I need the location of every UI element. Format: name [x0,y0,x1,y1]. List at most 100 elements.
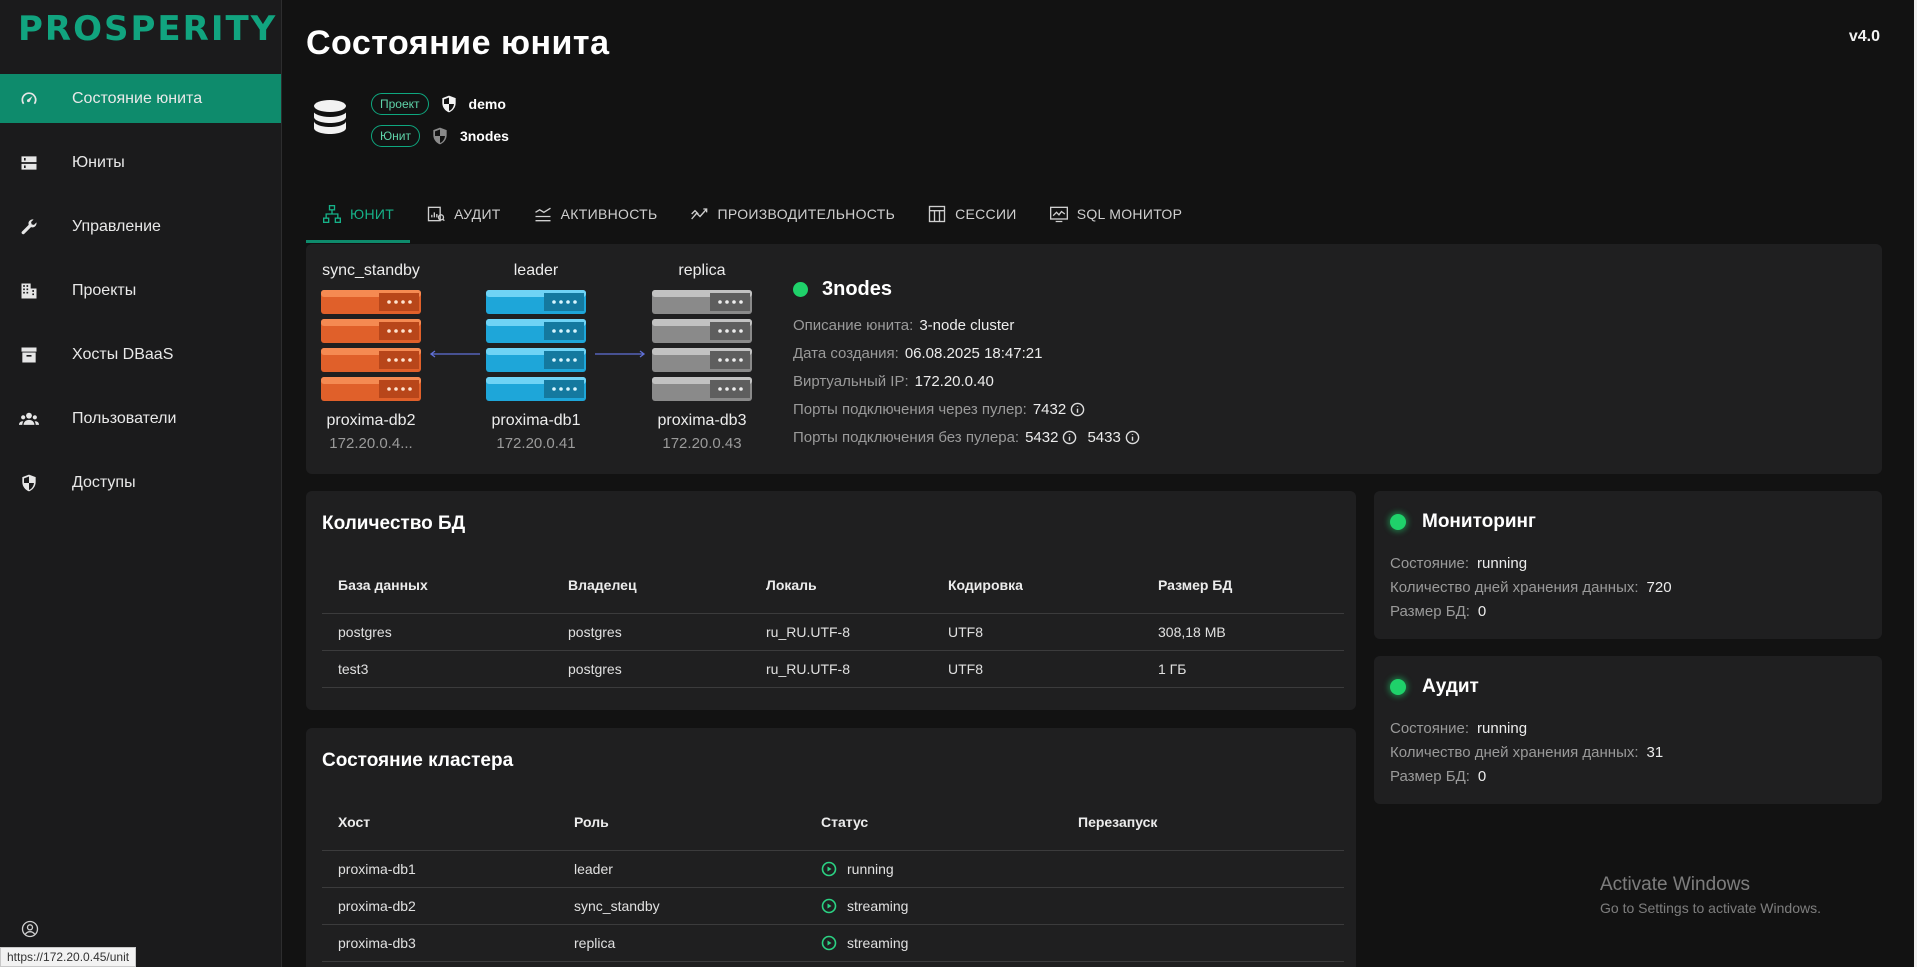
table-row[interactable]: postgres postgres ru_RU.UTF-8 UTF8 308,1… [322,613,1344,651]
tab-sessions[interactable]: СЕССИИ [911,185,1033,243]
state-value: running [1477,719,1528,737]
role-cell: replica [558,924,805,962]
play-circle-icon [821,898,837,914]
column-header[interactable]: Локаль [750,557,932,614]
tab-audit[interactable]: АУДИТ [410,185,517,243]
sidebar-item-units[interactable]: Юниты [0,138,281,187]
tab-sql-monitor[interactable]: SQL МОНИТОР [1033,185,1199,243]
monitor-chart-icon [1049,206,1068,223]
node-name: proxima-db2 [326,412,416,429]
node-leader[interactable]: leader proxima-db1 172.20.0.41 [481,262,591,452]
created-row: Дата создания: 06.08.2025 18:47:21 [793,339,1150,367]
monitoring-details: Состояние: running Количество дней хранен… [1390,551,1672,623]
watermark-title: Activate Windows [1600,874,1750,895]
state-label: Состояние: [1390,719,1470,737]
sidebar-item-label: Пользователи [72,409,177,427]
table-icon [928,205,946,223]
info-icon[interactable] [1125,430,1140,445]
shield-icon [430,126,450,146]
column-header[interactable]: Перезапуск [1062,794,1344,851]
created-label: Дата создания: [793,344,899,362]
table-cell: 308,18 МВ [1142,613,1344,651]
unit-badge: Юнит [371,125,420,147]
column-header[interactable]: Размер БД [1142,557,1344,614]
vip-row: Виртуальный IP: 172.20.0.40 [793,367,1150,395]
node-replica[interactable]: replica proxima-db3 172.20.0.43 [647,262,757,452]
sitemap-icon [323,205,341,223]
column-header[interactable]: База данных [322,557,552,614]
column-header[interactable]: Кодировка [932,557,1142,614]
report-icon [427,206,445,222]
project-name[interactable]: demo [469,96,506,112]
table-row[interactable]: proxima-db2 sync_standby streaming [322,887,1344,925]
archive-icon [18,344,40,366]
sidebar-item-dbaas-hosts[interactable]: Хосты DBaaS [0,330,281,379]
column-header[interactable]: Роль [558,794,805,851]
shield-icon [439,94,459,114]
sidebar-item-access[interactable]: Доступы [0,458,281,507]
sidebar-item-management[interactable]: Управление [0,202,281,251]
status-cell: streaming [805,924,1062,962]
pooler-ports-label: Порты подключения через пулер: [793,400,1027,418]
direct-port: 5432 [1025,428,1059,446]
table-header-row: База данных Владелец Локаль Кодировка Ра… [322,557,1344,614]
tab-label: ЮНИТ [350,206,395,222]
table-cell: postgres [552,613,750,651]
retention-value: 720 [1646,578,1672,596]
table-cell: test3 [322,650,552,688]
trend-icon [690,208,707,220]
users-icon [18,408,40,430]
description-value: 3-node cluster [919,316,1015,334]
activity-icon [534,207,551,222]
table-cell: ru_RU.UTF-8 [750,613,932,651]
topology-panel: sync_standby proxima-db2 172.20.0.4... l… [306,244,1882,474]
brand-logo[interactable]: PROSPERITY [0,0,281,64]
sidebar-item-label: Управление [72,217,161,235]
node-name: proxima-db3 [657,412,747,429]
status-dot [1390,514,1406,530]
tab-unit[interactable]: ЮНИТ [306,185,411,243]
state-row: Состояние: running [1390,716,1663,740]
user-circle-icon[interactable] [20,919,40,939]
column-header[interactable]: Владелец [552,557,750,614]
info-icon[interactable] [1070,402,1085,417]
pooler-port: 7432 [1032,400,1067,418]
monitoring-title: Мониторинг [1390,511,1536,533]
table-row[interactable]: proxima-db1 leader running [322,850,1344,888]
db-count-panel: Количество БД База данных Владелец Локал… [306,491,1356,710]
tab-label: ПРОИЗВОДИТЕЛЬНОСТЬ [717,206,896,222]
panel-title: Аудит [1422,676,1479,697]
status-dot [1390,679,1406,695]
server-icon [18,152,40,174]
project-row: Проект demo [371,92,506,116]
node-name: proxima-db1 [491,412,581,429]
sidebar-item-projects[interactable]: Проекты [0,266,281,315]
size-row: Размер БД: 0 [1390,764,1663,788]
table-row[interactable]: test3 postgres ru_RU.UTF-8 UTF8 1 ГБ [322,650,1344,688]
status-text: streaming [847,897,909,914]
size-row: Размер БД: 0 [1390,599,1672,623]
play-circle-icon [821,861,837,877]
role-cell: sync_standby [558,887,805,925]
sidebar-item-unit-state[interactable]: Состояние юнита [0,74,281,123]
tab-performance[interactable]: ПРОИЗВОДИТЕЛЬНОСТЬ [674,185,912,243]
tab-label: СЕССИИ [955,206,1017,222]
panel-title: Количество БД [322,513,466,534]
tab-activity[interactable]: АКТИВНОСТЬ [517,185,674,243]
database-icon [310,98,350,140]
play-circle-icon [821,935,837,951]
column-header[interactable]: Статус [805,794,1062,851]
info-icon[interactable] [1062,430,1077,445]
brand-name: PROSPERITY [18,9,278,49]
unit-name[interactable]: 3nodes [460,128,509,144]
table-cell: postgres [322,613,552,651]
table-cell: 1 ГБ [1142,650,1344,688]
vip-value: 172.20.0.40 [914,372,994,390]
node-sync-standby[interactable]: sync_standby proxima-db2 172.20.0.4... [316,262,426,452]
sidebar-item-users[interactable]: Пользователи [0,394,281,443]
table-row[interactable]: proxima-db3 replica streaming [322,924,1344,962]
tab-label: АУДИТ [454,206,501,222]
column-header[interactable]: Хост [322,794,558,851]
activate-windows-watermark: Activate Windows Go to Settings to activ… [1600,874,1821,916]
page-title: Состояние юнита [306,24,610,62]
